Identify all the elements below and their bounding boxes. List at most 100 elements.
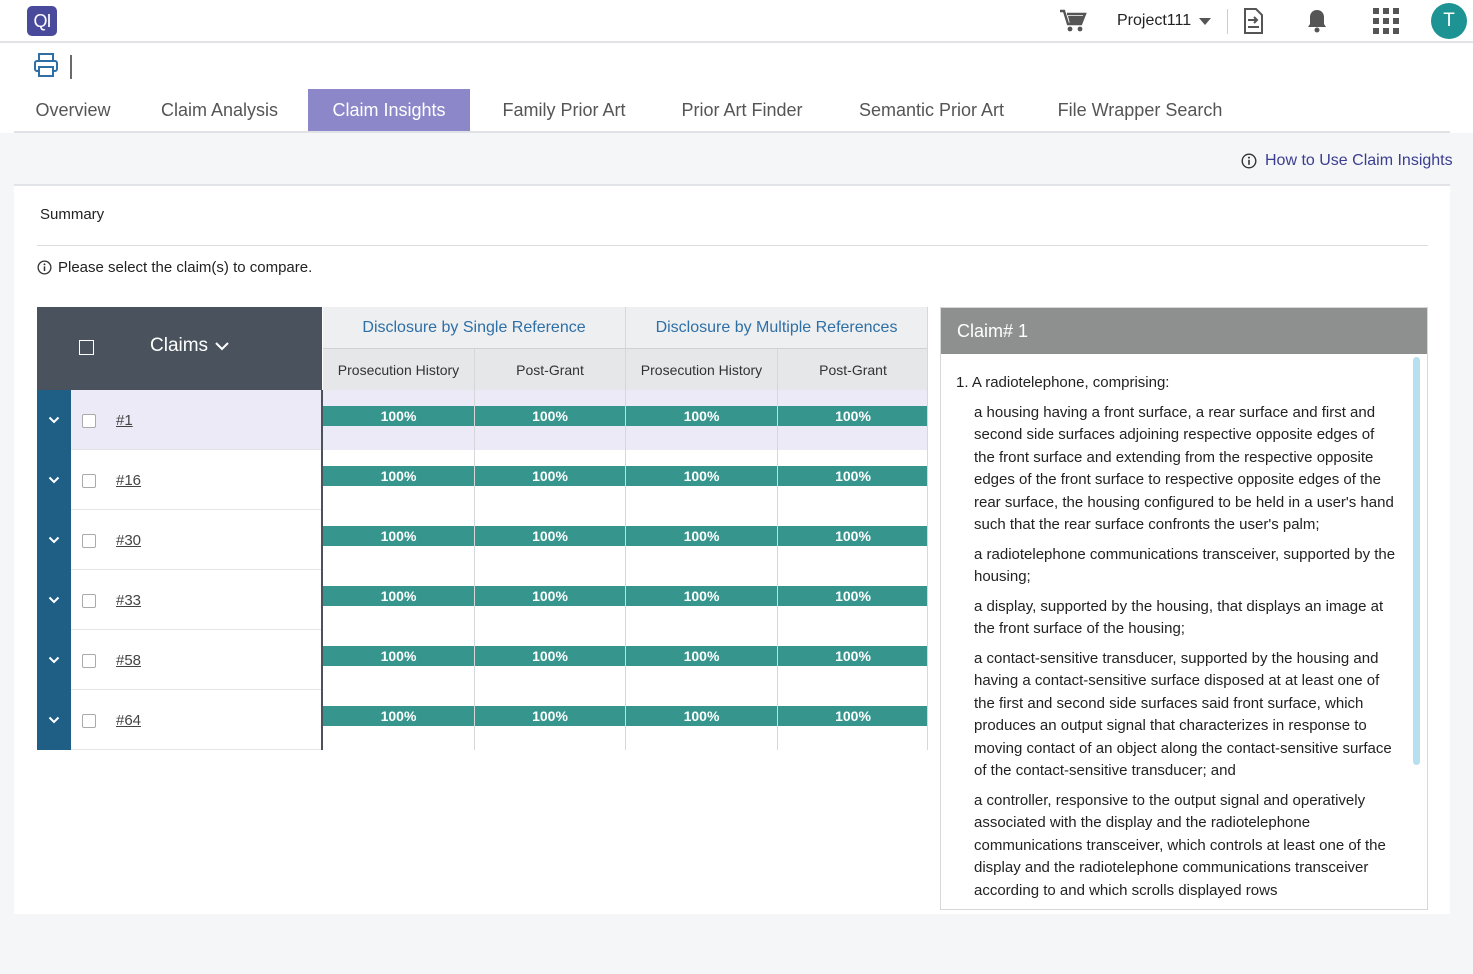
- apps-grid-icon[interactable]: [1371, 0, 1401, 42]
- column-divider: [474, 349, 475, 750]
- print-icon[interactable]: [33, 52, 59, 83]
- claim-text: 1. A radiotelephone, comprising: a housi…: [956, 372, 1396, 908]
- claim-scrollbar-thumb[interactable]: [1413, 357, 1420, 765]
- claim-paragraph: a radiotelephone communications transcei…: [974, 545, 1396, 586]
- row-checkbox[interactable]: [82, 714, 96, 728]
- row-checkbox[interactable]: [82, 594, 96, 608]
- claim-link[interactable]: #58: [116, 652, 141, 669]
- row-checkbox[interactable]: [82, 414, 96, 428]
- chevron-down-icon: [215, 342, 229, 351]
- row-expand-button[interactable]: [37, 450, 71, 510]
- column-divider: [321, 390, 323, 750]
- disclosure-bar[interactable]: 100%: [778, 526, 928, 546]
- chevron-down-icon: [48, 416, 60, 424]
- disclosure-bar[interactable]: 100%: [323, 586, 474, 606]
- row-expand-button[interactable]: [37, 690, 71, 750]
- app-logo[interactable]: QI: [27, 6, 57, 36]
- disclosure-bar[interactable]: 100%: [778, 406, 928, 426]
- row-checkbox[interactable]: [82, 534, 96, 548]
- row-expand-button[interactable]: [37, 570, 71, 630]
- claim-link[interactable]: #16: [116, 472, 141, 489]
- compare-hint-text: Please select the claim(s) to compare.: [58, 259, 313, 276]
- select-all-checkbox[interactable]: [79, 340, 94, 355]
- chevron-down-icon: [1199, 17, 1212, 25]
- disclosure-bar[interactable]: 100%: [778, 646, 928, 666]
- claim-paragraph: a controller, responsive to the output s…: [974, 791, 1386, 899]
- project-name: Project111: [1117, 12, 1192, 29]
- tab-prior-art-finder[interactable]: Prior Art Finder: [667, 89, 817, 131]
- prosecution-history-header: Prosecution History: [323, 349, 474, 390]
- chevron-down-icon: [48, 476, 60, 484]
- chevron-down-icon: [48, 656, 60, 664]
- tab-underline: [14, 131, 1450, 133]
- toolbar: [0, 43, 1473, 89]
- tab-semantic-prior-art[interactable]: Semantic Prior Art: [844, 89, 1019, 131]
- disclosure-bar[interactable]: 100%: [475, 466, 625, 486]
- disclosure-bar[interactable]: 100%: [778, 586, 928, 606]
- claim-panel-title: Claim# 1: [941, 308, 1427, 354]
- project-selector[interactable]: Project111: [1117, 0, 1212, 42]
- chevron-down-icon: [48, 716, 60, 724]
- prosecution-history-header: Prosecution History: [626, 349, 777, 390]
- row-expand-button[interactable]: [37, 510, 71, 570]
- single-reference-header: Disclosure by Single Reference: [323, 307, 625, 349]
- row-checkbox[interactable]: [82, 474, 96, 488]
- column-divider: [625, 307, 626, 750]
- row-expand-button[interactable]: [37, 630, 71, 690]
- disclosure-bar[interactable]: 100%: [626, 646, 777, 666]
- disclosure-bar[interactable]: 100%: [778, 706, 928, 726]
- cart-icon[interactable]: [1056, 0, 1090, 42]
- topbar-divider: [1227, 9, 1228, 34]
- row-checkbox[interactable]: [82, 654, 96, 668]
- claims-sort-button[interactable]: Claims: [150, 335, 230, 357]
- claim-link[interactable]: #30: [116, 532, 141, 549]
- claim-paragraph: a contact-sensitive transducer, supporte…: [974, 649, 1392, 780]
- tab-family-prior-art[interactable]: Family Prior Art: [488, 89, 640, 131]
- tab-claim-insights[interactable]: Claim Insights: [308, 89, 470, 131]
- toolbar-divider: [70, 55, 72, 79]
- disclosure-bar[interactable]: 100%: [323, 466, 474, 486]
- disclosure-bar[interactable]: 100%: [323, 406, 474, 426]
- disclosure-bar[interactable]: 100%: [626, 706, 777, 726]
- compare-hint: Please select the claim(s) to compare.: [37, 259, 312, 276]
- disclosure-bar[interactable]: 100%: [475, 406, 625, 426]
- tab-overview[interactable]: Overview: [23, 89, 123, 131]
- claim-link[interactable]: #33: [116, 592, 141, 609]
- summary-divider: [37, 245, 1428, 246]
- chevron-down-icon: [48, 536, 60, 544]
- summary-title: Summary: [40, 206, 105, 223]
- disclosure-bar[interactable]: 100%: [626, 466, 777, 486]
- export-icon[interactable]: [1240, 0, 1266, 42]
- help-link-label: How to Use Claim Insights: [1265, 152, 1453, 169]
- post-grant-header: Post-Grant: [475, 349, 625, 390]
- disclosure-bar[interactable]: 100%: [778, 466, 928, 486]
- multiple-references-header: Disclosure by Multiple References: [626, 307, 927, 349]
- post-grant-header: Post-Grant: [778, 349, 928, 390]
- disclosure-bar[interactable]: 100%: [475, 526, 625, 546]
- disclosure-bar[interactable]: 100%: [626, 586, 777, 606]
- column-divider: [927, 307, 928, 750]
- claims-header-label: Claims: [150, 335, 209, 356]
- tab-claim-analysis[interactable]: Claim Analysis: [147, 89, 292, 131]
- disclosure-bar[interactable]: 100%: [475, 586, 625, 606]
- claim-paragraph: a display, supported by the housing, tha…: [974, 597, 1384, 638]
- claim-lead: 1. A radiotelephone, comprising:: [956, 374, 1170, 391]
- help-link[interactable]: How to Use Claim Insights: [1241, 150, 1453, 172]
- disclosure-bar[interactable]: 100%: [626, 526, 777, 546]
- tab-file-wrapper-search[interactable]: File Wrapper Search: [1046, 89, 1234, 131]
- disclosure-bar[interactable]: 100%: [626, 406, 777, 426]
- bell-icon[interactable]: [1303, 0, 1331, 42]
- disclosure-bar[interactable]: 100%: [323, 526, 474, 546]
- avatar[interactable]: T: [1431, 3, 1467, 39]
- claim-link[interactable]: #1: [116, 412, 133, 429]
- disclosure-bar[interactable]: 100%: [323, 706, 474, 726]
- claim-paragraph: a housing having a front surface, a rear…: [974, 403, 1394, 534]
- chevron-down-icon: [48, 596, 60, 604]
- info-icon: [37, 260, 52, 275]
- disclosure-bar[interactable]: 100%: [323, 646, 474, 666]
- row-expand-button[interactable]: [37, 390, 71, 450]
- claim-link[interactable]: #64: [116, 712, 141, 729]
- disclosure-bar[interactable]: 100%: [475, 646, 625, 666]
- info-icon: [1241, 153, 1257, 169]
- disclosure-bar[interactable]: 100%: [475, 706, 625, 726]
